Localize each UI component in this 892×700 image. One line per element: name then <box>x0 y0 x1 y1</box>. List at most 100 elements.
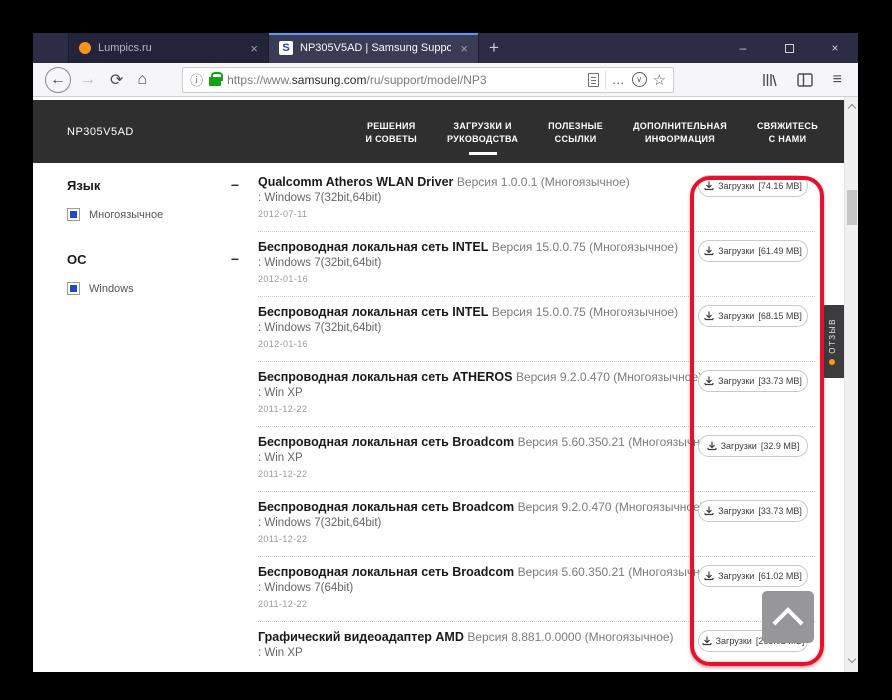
driver-version: Версия 15.0.0.75 (Многоязычное) <box>491 240 679 254</box>
download-button[interactable]: Загрузки [61.49 MB] <box>698 240 808 262</box>
download-button[interactable]: Загрузки [33.73 MB] <box>698 370 808 392</box>
driver-date: 2011-12-22 <box>258 404 308 414</box>
bookmark-star-icon[interactable]: ☆ <box>653 71 666 89</box>
nav-useful-links[interactable]: ПОЛЕЗНЫЕ ССЫЛКИ <box>548 108 603 155</box>
download-button[interactable]: Загрузки [33.73 MB] <box>698 500 808 522</box>
driver-date: 2011-12-22 <box>258 469 308 479</box>
chevron-up-icon <box>772 607 804 639</box>
download-list: Qualcomm Atheros WLAN Driver Версия 1.0.… <box>258 167 815 672</box>
titlebar-spacer <box>33 33 69 63</box>
page-actions-icon[interactable]: … <box>612 72 626 87</box>
download-button[interactable]: Загрузки [74.16 MB] <box>698 175 808 197</box>
download-label: Загрузки <box>720 441 757 451</box>
download-label: Загрузки <box>718 571 755 581</box>
samsung-favicon-icon: S <box>279 41 293 55</box>
reader-mode-icon[interactable] <box>587 72 599 87</box>
option-label: Многоязычное <box>89 208 164 221</box>
option-label: Windows <box>89 282 134 295</box>
download-label: Загрузки <box>718 246 755 256</box>
driver-version: Версия 9.2.0.470 (Многоязычное) <box>515 370 703 384</box>
nav-downloads-manuals[interactable]: ЗАГРУЗКИ И РУКОВОДСТВА <box>447 108 518 156</box>
download-label: Загрузки <box>718 376 755 386</box>
collapse-minus-icon[interactable]: − <box>231 177 239 193</box>
download-size: [33.73 MB] <box>758 376 802 386</box>
page-scrollbar[interactable] <box>844 97 858 672</box>
home-button[interactable]: ⌂ <box>137 71 147 89</box>
url-domain: samsung.com <box>291 72 367 87</box>
feedback-side-tab[interactable]: ОТЗЫВ <box>820 305 844 378</box>
download-size: [32.9 MB] <box>760 441 800 451</box>
driver-version: Версия 9.2.0.470 (Многоязычное) <box>517 500 704 514</box>
collapse-minus-icon[interactable]: − <box>231 251 239 267</box>
tab-samsung-support[interactable]: S NP305V5AD | Samsung Suppor × <box>269 33 479 63</box>
scrollbar-up-icon[interactable] <box>847 103 857 113</box>
download-button[interactable]: Загрузки [32.9 MB] <box>698 435 808 457</box>
nav-contact-us[interactable]: СВЯЖИТЕСЬ С НАМИ <box>757 108 818 155</box>
close-window-button[interactable]: × <box>812 33 858 63</box>
sidebar-toggle-icon[interactable] <box>796 72 813 87</box>
nav-additional-info[interactable]: ДОПОЛНИТЕЛЬНАЯ ИНФОРМАЦИЯ <box>633 108 727 155</box>
refresh-button[interactable]: ⟳ <box>110 70 123 90</box>
download-size: [68.15 MB] <box>758 311 802 321</box>
download-label: Загрузки <box>718 506 755 516</box>
driver-date: 2011-12-22 <box>258 599 308 609</box>
tab-lumpics[interactable]: Lumpics.ru × <box>69 33 269 63</box>
download-icon <box>704 311 714 321</box>
checkbox-checked[interactable] <box>67 282 80 295</box>
pocket-icon[interactable]: ∨ <box>631 72 647 87</box>
site-nav: РЕШЕНИЯ И СОВЕТЫ ЗАГРУЗКИ И РУКОВОДСТВА … <box>366 108 844 156</box>
download-icon <box>704 571 714 581</box>
minimize-button[interactable]: – <box>720 33 766 63</box>
download-button[interactable]: Загрузки [61.02 MB] <box>698 565 808 587</box>
forward-button[interactable]: → <box>80 71 96 89</box>
lumpics-favicon-icon <box>79 42 91 54</box>
site-header: NP305V5AD РЕШЕНИЯ И СОВЕТЫ ЗАГРУЗКИ И РУ… <box>33 100 844 163</box>
maximize-button[interactable] <box>766 33 812 63</box>
tab-title: Lumpics.ru <box>98 42 152 54</box>
scrollbar-thumb[interactable] <box>847 190 857 225</box>
active-underline <box>468 152 497 156</box>
checkbox-checked[interactable] <box>67 208 80 221</box>
scrollbar-down-icon[interactable] <box>847 654 857 664</box>
filter-title: ОС <box>67 251 87 267</box>
feedback-dot-icon <box>829 358 835 365</box>
driver-name: Беспроводная локальная сеть Broadcom <box>258 435 515 449</box>
driver-date: 2012-01-16 <box>258 339 309 349</box>
driver-row: Графический видеоадаптер AMD Версия 8.88… <box>258 622 815 672</box>
filter-option-multilanguage[interactable]: Многоязычное <box>67 208 239 221</box>
https-lock-icon <box>209 72 224 86</box>
close-tab-icon[interactable]: × <box>248 41 260 56</box>
nav-solutions-tips[interactable]: РЕШЕНИЯ И СОВЕТЫ <box>366 108 417 155</box>
download-button[interactable]: Загрузки [68.15 MB] <box>698 305 808 327</box>
url-bar[interactable]: ⓘ https://www.samsung.com/ru/support/mod… <box>182 66 675 93</box>
download-size: [33.73 MB] <box>758 506 802 516</box>
window-controls: – × <box>720 33 858 63</box>
download-icon <box>702 636 712 646</box>
driver-name: Беспроводная локальная сеть INTEL <box>258 305 489 319</box>
filter-group-os: ОС − Windows <box>67 251 239 295</box>
tab-bar: Lumpics.ru × S NP305V5AD | Samsung Suppo… <box>33 33 858 63</box>
new-tab-button[interactable]: + <box>479 33 509 63</box>
driver-version: Версия 8.881.0.0000 (Многоязычное) <box>467 630 674 644</box>
scroll-to-top-button[interactable] <box>762 591 814 643</box>
url-text: https://www.samsung.com/ru/support/model… <box>227 73 582 87</box>
driver-name: Беспроводная локальная сеть INTEL <box>258 240 489 254</box>
url-prefix: https://www. <box>227 72 292 87</box>
download-size: [61.49 MB] <box>758 246 802 256</box>
toolbar-right-icons: ≡ <box>761 71 848 89</box>
driver-version: Версия 15.0.0.75 (Многоязычное) <box>491 305 679 319</box>
checkbox-fill <box>70 211 77 218</box>
driver-row: Qualcomm Atheros WLAN Driver Версия 1.0.… <box>258 167 815 232</box>
driver-version: Версия 1.0.0.1 (Многоязычное) <box>456 175 630 189</box>
library-icon[interactable] <box>761 72 777 88</box>
driver-name: Беспроводная локальная сеть ATHEROS <box>258 370 513 384</box>
urlbar-divider <box>604 70 606 89</box>
download-icon <box>704 181 714 191</box>
page-info-icon[interactable]: ⓘ <box>190 70 203 89</box>
hamburger-menu-icon[interactable]: ≡ <box>833 71 842 89</box>
download-icon <box>704 246 714 256</box>
back-button[interactable]: ← <box>45 66 71 93</box>
filter-option-windows[interactable]: Windows <box>67 282 239 295</box>
driver-name: Графический видеоадаптер AMD <box>258 630 464 644</box>
close-tab-icon[interactable]: × <box>458 41 470 56</box>
